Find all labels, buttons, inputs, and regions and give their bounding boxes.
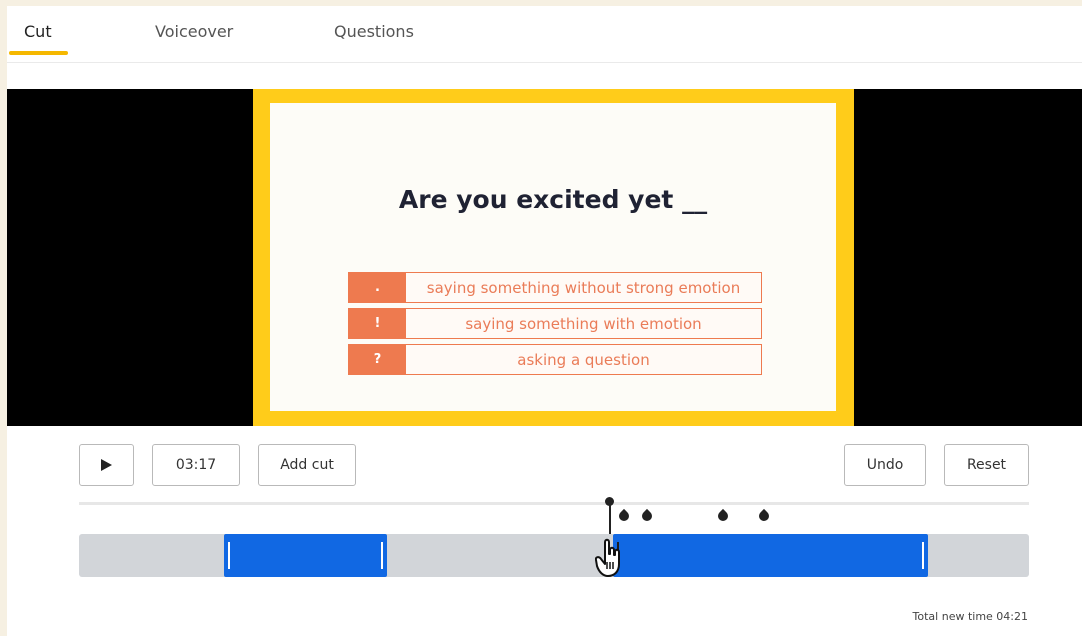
- option-key: .: [349, 273, 406, 302]
- segment-start-handle[interactable]: [228, 542, 230, 569]
- tabs-divider: [7, 62, 1082, 63]
- timeline-track[interactable]: [79, 534, 1029, 577]
- active-tab-indicator: [9, 51, 68, 55]
- option-key: !: [349, 309, 406, 338]
- reset-button[interactable]: Reset: [944, 444, 1029, 486]
- play-icon: [101, 459, 112, 471]
- add-cut-button[interactable]: Add cut: [258, 444, 356, 486]
- cut-marker-pin[interactable]: [715, 508, 731, 524]
- slide-frame: Are you excited yet __ . saying somethin…: [253, 89, 854, 426]
- option-text: saying something with emotion: [406, 309, 761, 338]
- playhead-track[interactable]: [79, 502, 1029, 505]
- tab-questions[interactable]: Questions: [334, 22, 414, 41]
- video-preview[interactable]: Are you excited yet __ . saying somethin…: [7, 89, 1082, 426]
- option-text: asking a question: [406, 345, 761, 374]
- editor-panel: Cut Voiceover Questions Are you excited …: [7, 6, 1082, 636]
- option-period: . saying something without strong emotio…: [348, 272, 762, 303]
- tab-cut[interactable]: Cut: [24, 22, 52, 41]
- segment-end-handle[interactable]: [381, 542, 383, 569]
- grab-cursor-icon: [595, 538, 620, 577]
- playhead-handle[interactable]: [605, 497, 614, 506]
- cut-marker-pin[interactable]: [756, 508, 772, 524]
- cut-marker-pin[interactable]: [639, 508, 655, 524]
- option-exclamation: ! saying something with emotion: [348, 308, 762, 339]
- kept-segment[interactable]: [613, 534, 928, 577]
- option-key: ?: [349, 345, 406, 374]
- slide-title: Are you excited yet __: [398, 185, 708, 214]
- slide-content: Are you excited yet __ . saying somethin…: [270, 103, 836, 411]
- segment-end-handle[interactable]: [922, 542, 924, 569]
- time-display[interactable]: 03:17: [152, 444, 240, 486]
- tab-bar: Cut Voiceover Questions: [7, 6, 1082, 63]
- tab-voiceover[interactable]: Voiceover: [155, 22, 233, 41]
- undo-button[interactable]: Undo: [844, 444, 926, 486]
- option-text: saying something without strong emotion: [406, 273, 761, 302]
- cut-marker-pin[interactable]: [616, 508, 632, 524]
- total-new-time: Total new time 04:21: [912, 610, 1028, 623]
- kept-segment[interactable]: [224, 534, 387, 577]
- play-button[interactable]: [79, 444, 134, 486]
- option-question: ? asking a question: [348, 344, 762, 375]
